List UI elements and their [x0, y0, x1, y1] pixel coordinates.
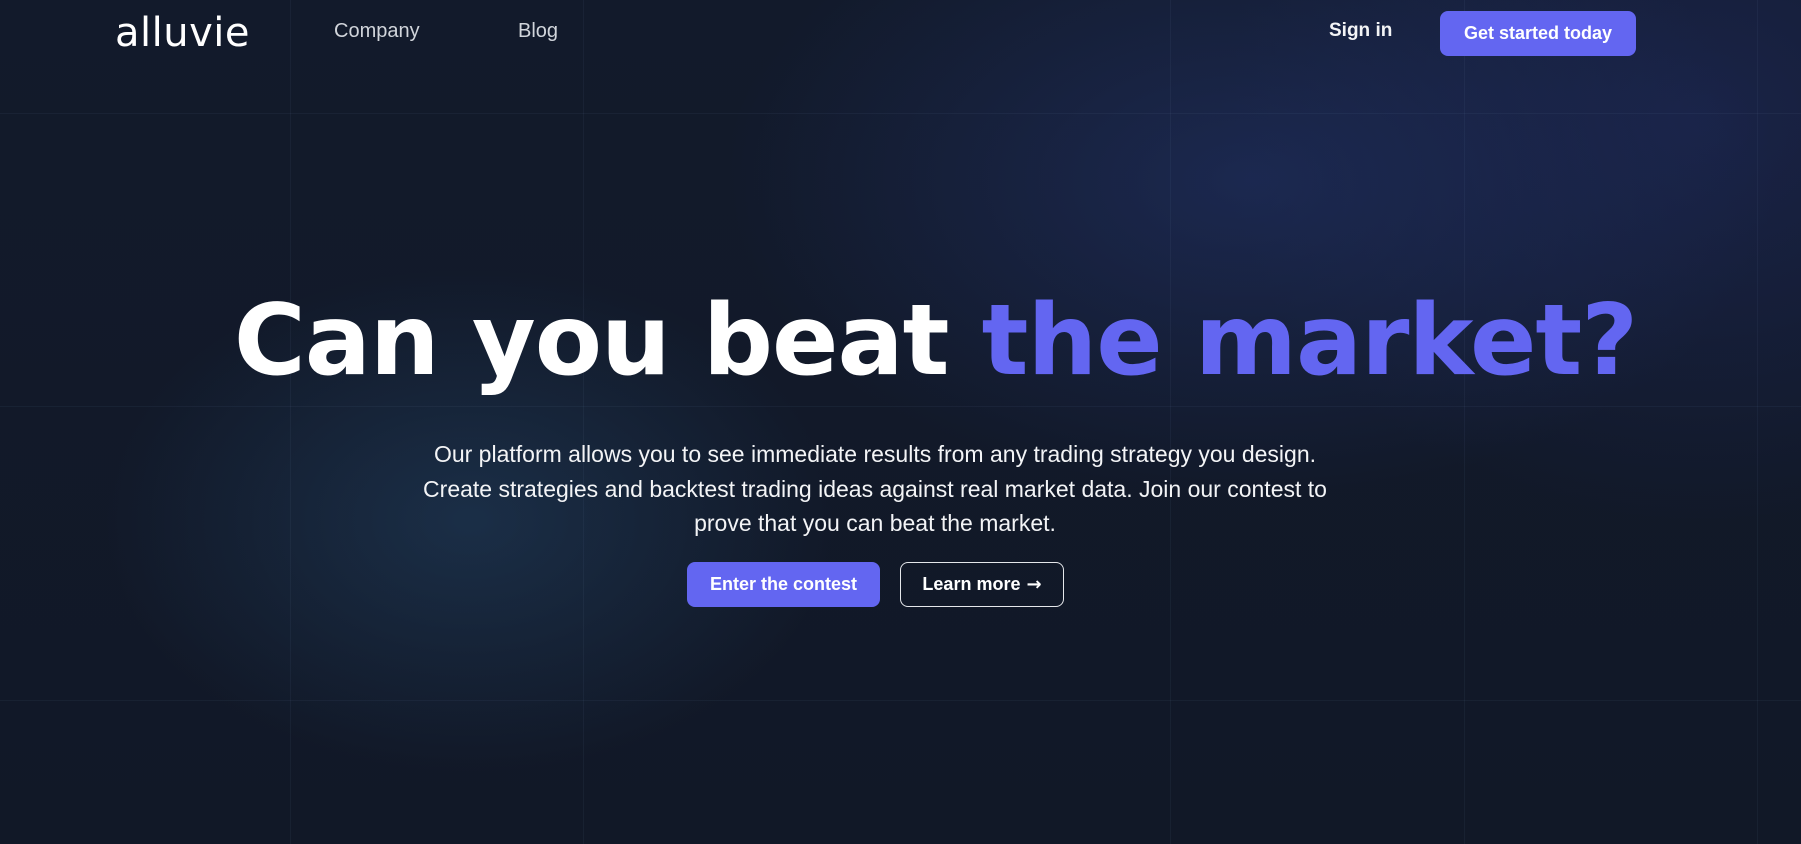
logo[interactable]: alluvie — [115, 10, 250, 56]
nav-link-company[interactable]: Company — [334, 20, 420, 43]
hero-subtitle-line: Our platform allows you to see immediate… — [433, 441, 1317, 467]
grid-line — [0, 406, 1801, 407]
nav-link-blog[interactable]: Blog — [518, 20, 558, 43]
hero-subtitle-line: prove that you can beat the market. — [694, 510, 1056, 536]
get-started-button[interactable]: Get started today — [1440, 11, 1636, 56]
grid-line — [0, 113, 1801, 114]
landing-page: alluvie Company Blog Sign in Get started… — [0, 0, 1801, 844]
arrow-right-icon: → — [1026, 574, 1042, 595]
hero-subtitle-line: Create strategies and backtest trading i… — [423, 475, 1327, 502]
grid-line — [1757, 0, 1758, 844]
learn-more-button[interactable]: Learn more → — [900, 562, 1064, 607]
grid-line — [1170, 0, 1171, 844]
hero-subtitle: Our platform allows you to see immediate… — [370, 437, 1380, 541]
hero-title-plain: Can you beat — [233, 284, 982, 398]
grid-line — [583, 0, 584, 844]
hero-title-accent: the market? — [981, 284, 1638, 398]
hero-title: Can you beat the market? — [0, 286, 1801, 396]
sign-in-link[interactable]: Sign in — [1329, 20, 1392, 42]
grid-line — [0, 700, 1801, 701]
enter-contest-button[interactable]: Enter the contest — [687, 562, 880, 607]
learn-more-label: Learn more — [922, 574, 1021, 594]
grid-line — [1464, 0, 1465, 844]
grid-line — [290, 0, 291, 844]
top-navigation: alluvie Company Blog Sign in Get started… — [0, 0, 1801, 66]
